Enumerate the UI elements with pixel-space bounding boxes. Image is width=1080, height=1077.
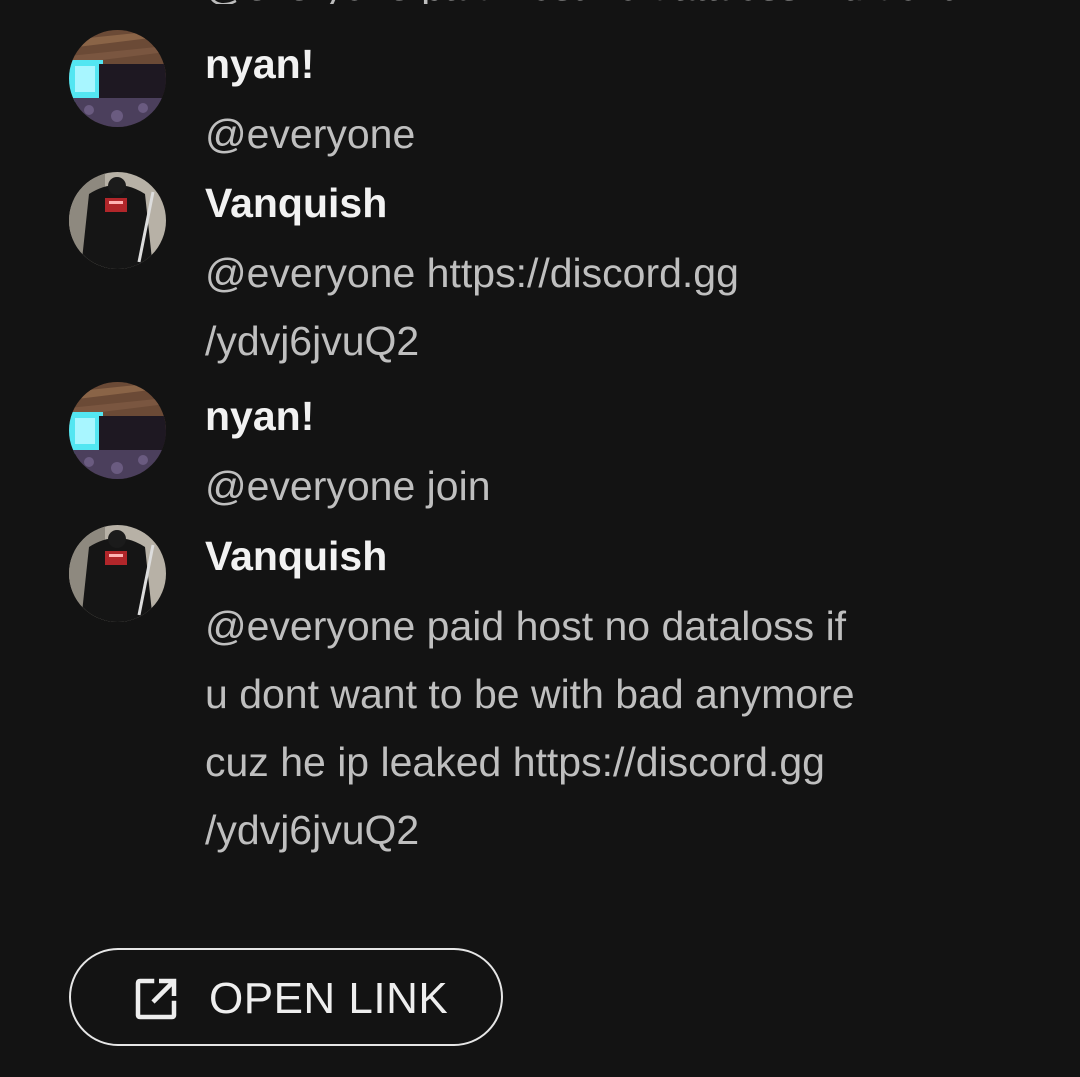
message-line[interactable]: cuz he ip leaked https://discord.gg — [205, 728, 955, 796]
avatar-nyan[interactable] — [69, 382, 166, 479]
open-link-button[interactable]: OPEN LINK — [69, 948, 503, 1046]
nyan-avatar-image — [69, 382, 166, 479]
message-line: @everyone paid host no dataloss if — [205, 603, 847, 649]
vanquish-avatar-image — [69, 525, 166, 622]
message-author[interactable]: nyan! — [205, 390, 314, 442]
message-preview-screen: @everyone paid host no dataloss if u don… — [0, 0, 1080, 1077]
cut-off-previous-message: @everyone paid host no dataloss if u don… — [205, 0, 985, 4]
open-link-label: OPEN LINK — [209, 974, 449, 1023]
message-line[interactable]: @everyone https://discord.gg — [205, 239, 955, 307]
message-author[interactable]: Vanquish — [205, 177, 387, 229]
message-author[interactable]: Vanquish — [205, 530, 387, 582]
message-body: @everyone join — [205, 452, 955, 520]
message-body: @everyone paid host no dataloss if u don… — [205, 592, 955, 864]
avatar-nyan[interactable] — [69, 30, 166, 127]
avatar-vanquish[interactable] — [69, 525, 166, 622]
avatar-vanquish[interactable] — [69, 172, 166, 269]
message-author[interactable]: nyan! — [205, 38, 314, 90]
vanquish-avatar-image — [69, 172, 166, 269]
message-body: @everyone — [205, 100, 955, 168]
message-line: u dont want to be with bad anymore — [205, 671, 855, 717]
open-in-new-icon — [135, 978, 177, 1020]
message-line: @everyone — [205, 111, 416, 157]
message-body: @everyone https://discord.gg /ydvj6jvuQ2 — [205, 239, 955, 375]
message-line: @everyone join — [205, 463, 491, 509]
message-line[interactable]: /ydvj6jvuQ2 — [205, 307, 955, 375]
message-line[interactable]: /ydvj6jvuQ2 — [205, 796, 955, 864]
nyan-avatar-image — [69, 30, 166, 127]
